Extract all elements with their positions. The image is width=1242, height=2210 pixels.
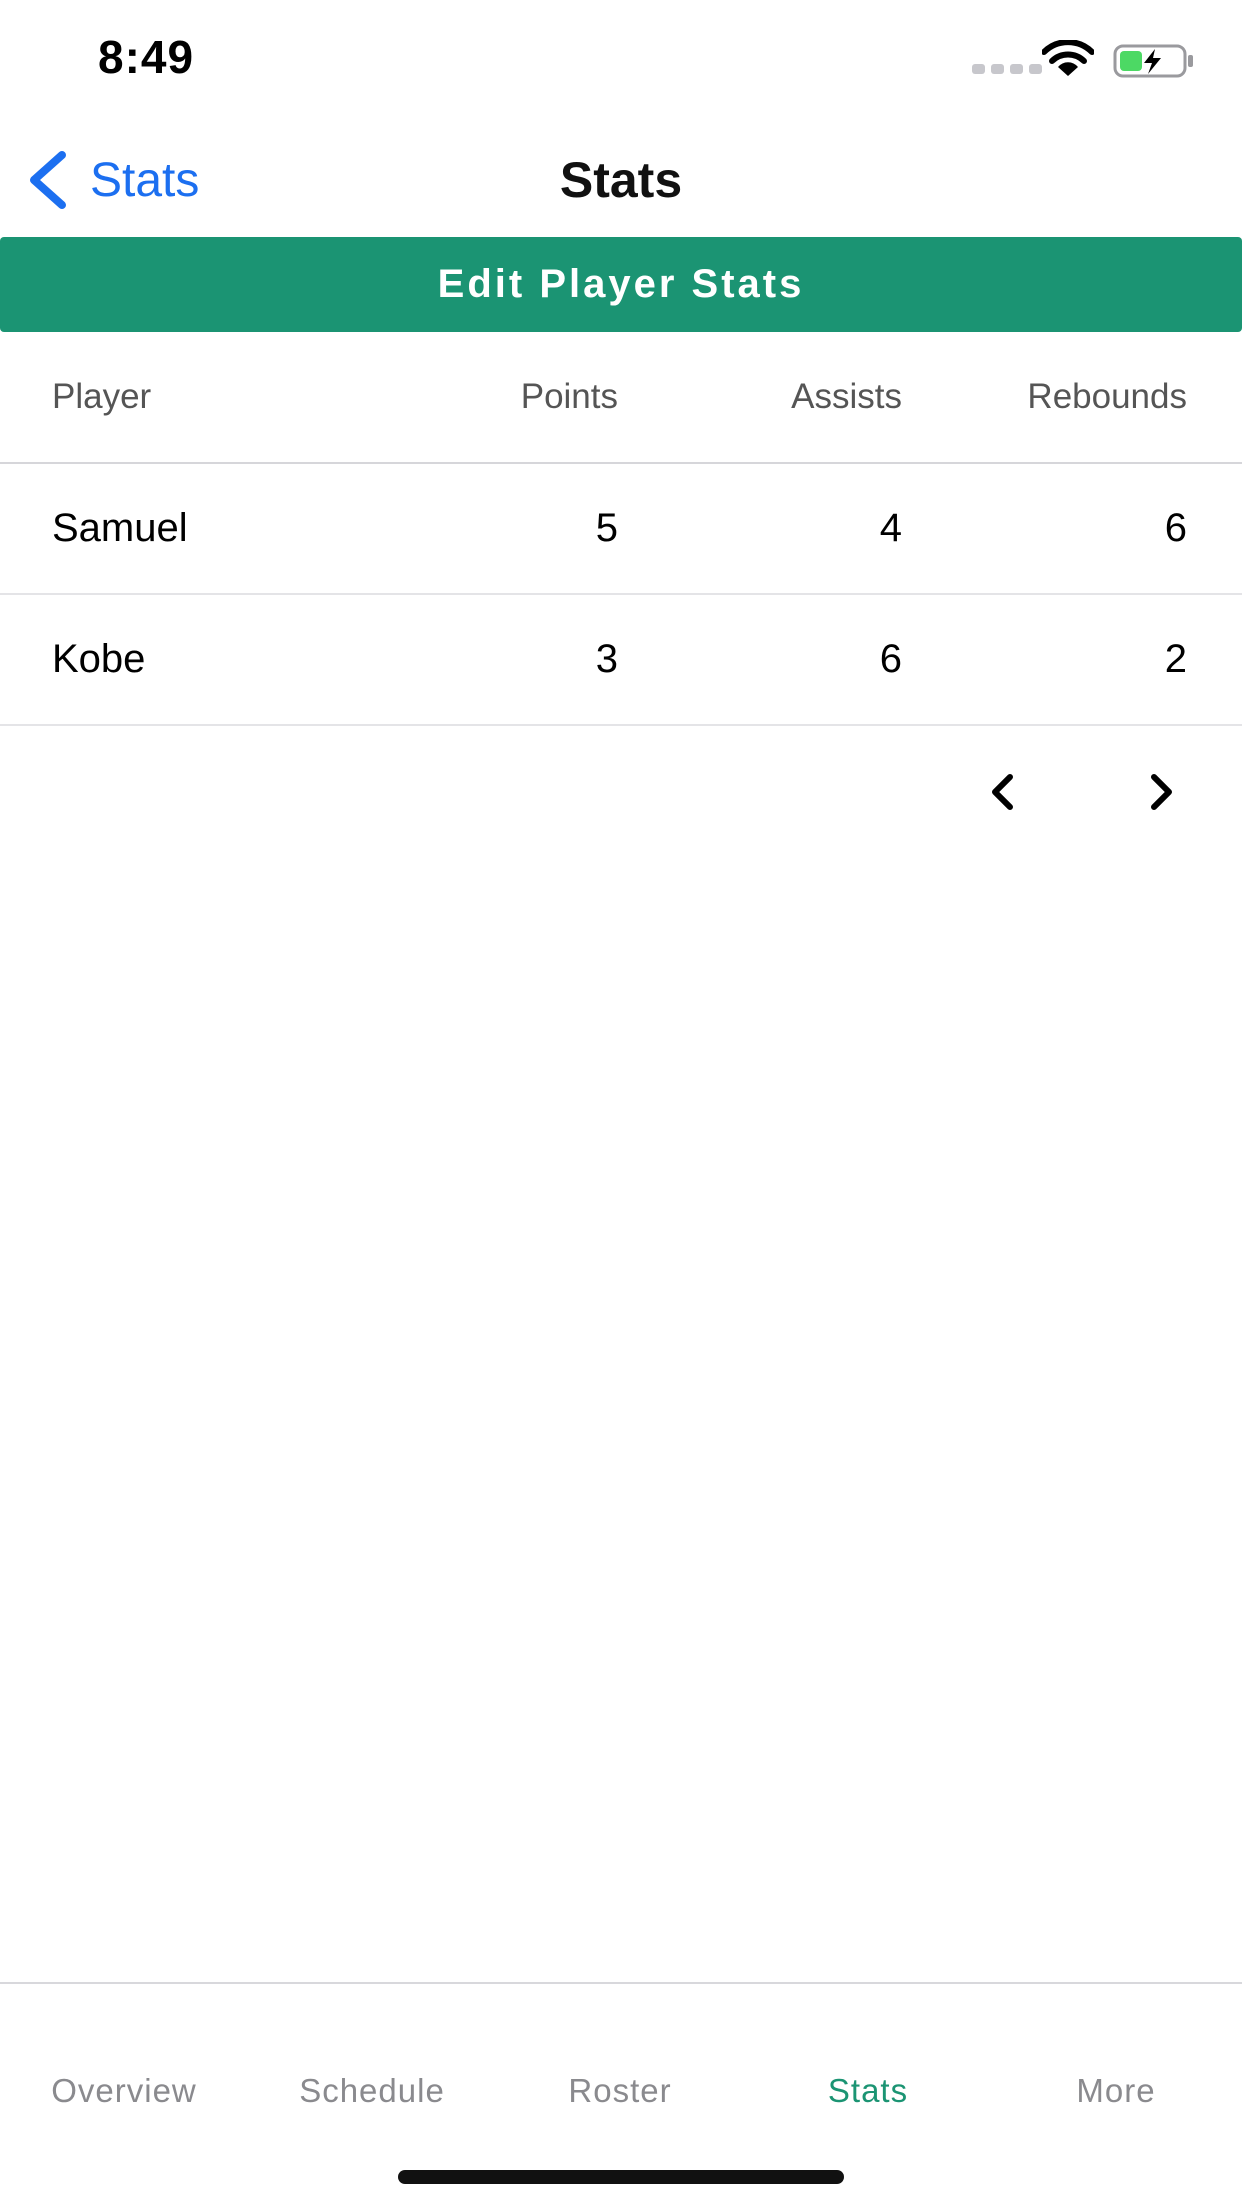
previous-page-button[interactable] (972, 762, 1032, 822)
stats-screen: 8:49 Stats Stats Edit Player Stats Playe… (0, 0, 1242, 2210)
wifi-icon (1042, 40, 1094, 76)
assists-cell: 4 (879, 506, 902, 550)
next-page-button[interactable] (1132, 762, 1192, 822)
column-header-points: Points (520, 377, 618, 416)
edit-player-stats-button[interactable]: Edit Player Stats (0, 237, 1242, 332)
column-header-assists: Assists (791, 377, 902, 416)
table-pager (0, 762, 1242, 822)
tab-schedule[interactable]: Schedule (248, 2072, 496, 2110)
player-name-cell: Kobe (52, 637, 146, 681)
points-cell: 5 (595, 506, 618, 550)
player-name-cell: Samuel (52, 506, 188, 550)
tab-roster[interactable]: Roster (496, 2072, 744, 2110)
tab-more[interactable]: More (992, 2072, 1240, 2110)
points-cell: 3 (595, 637, 618, 681)
table-row[interactable]: Kobe 3 6 2 (0, 595, 1242, 726)
battery-charging-icon (1113, 44, 1193, 78)
column-header-player: Player (52, 377, 152, 416)
tab-overview[interactable]: Overview (0, 2072, 248, 2110)
home-indicator[interactable] (398, 2170, 844, 2184)
page-title: Stats (559, 152, 683, 208)
chevron-left-icon (992, 774, 1013, 810)
tab-stats[interactable]: Stats (744, 2072, 992, 2110)
status-bar: 8:49 (0, 0, 1242, 120)
navigation-bar: Stats Stats (0, 120, 1242, 236)
chevron-right-icon (1151, 774, 1172, 810)
column-header-rebounds: Rebounds (1027, 377, 1187, 416)
cellular-signal-icon (972, 64, 1042, 74)
table-header-row: Player Points Assists Rebounds (0, 332, 1242, 464)
table-row[interactable]: Samuel 5 4 6 (0, 464, 1242, 595)
status-time: 8:49 (98, 31, 195, 83)
stats-table: Player Points Assists Rebounds Samuel 5 … (0, 332, 1242, 726)
rebounds-cell: 2 (1164, 637, 1187, 681)
rebounds-cell: 6 (1164, 506, 1187, 550)
assists-cell: 6 (879, 637, 902, 681)
